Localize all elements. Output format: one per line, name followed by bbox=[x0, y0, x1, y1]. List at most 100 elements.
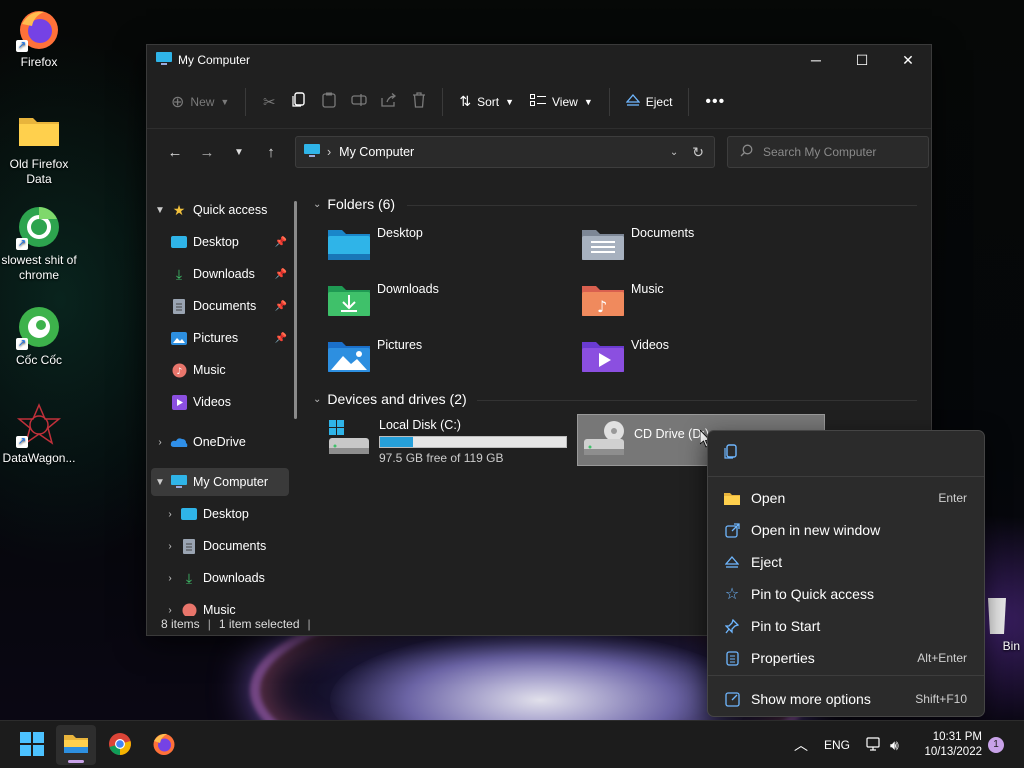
delete-button[interactable] bbox=[404, 92, 434, 111]
desktop-icon-chrome[interactable]: ↗ slowest shit of chrome bbox=[0, 204, 78, 283]
sidebar-item-documents-sub[interactable]: › Documents bbox=[161, 532, 289, 560]
language-indicator[interactable]: ENG bbox=[824, 721, 850, 768]
sidebar-item-pictures[interactable]: Pictures 📌 bbox=[169, 324, 289, 352]
sidebar-item-label: Music bbox=[193, 363, 226, 377]
firefox-icon bbox=[152, 732, 176, 759]
folder-tile-documents[interactable]: Documents bbox=[581, 226, 821, 274]
sort-button[interactable]: ⇅ Sort ▼ bbox=[451, 87, 522, 116]
more-options-button[interactable]: ••• bbox=[697, 87, 733, 117]
taskbar-firefox[interactable] bbox=[144, 725, 184, 765]
desktop-icon-firefox[interactable]: ↗ Firefox bbox=[0, 6, 78, 70]
chevron-right-icon[interactable]: › bbox=[151, 437, 169, 448]
eject-button-label: Eject bbox=[645, 94, 673, 109]
maximize-button[interactable]: ☐ bbox=[839, 45, 885, 75]
address-dropdown-icon[interactable]: ⌄ bbox=[670, 147, 678, 158]
svg-text:♪: ♪ bbox=[176, 367, 182, 377]
sidebar-item-desktop-sub[interactable]: › Desktop bbox=[161, 500, 289, 528]
star-outline-icon: ☆ bbox=[724, 586, 740, 603]
folders-section-header[interactable]: ⌄ Folders (6) bbox=[313, 196, 395, 212]
pin-icon: 📌 bbox=[274, 268, 287, 280]
minimize-button[interactable]: ─ bbox=[793, 45, 839, 75]
search-box[interactable] bbox=[727, 136, 929, 168]
volume-icon: 🔊︎ bbox=[890, 736, 899, 753]
menu-item-pin-start[interactable]: Pin to Start bbox=[713, 611, 979, 641]
view-button[interactable]: View ▼ bbox=[522, 88, 601, 115]
folder-icon bbox=[723, 492, 741, 505]
refresh-icon[interactable]: ↻ bbox=[692, 144, 704, 161]
notification-badge[interactable]: 1 bbox=[988, 737, 1004, 753]
address-bar[interactable]: › My Computer ⌄ ↻ bbox=[295, 136, 715, 168]
sidebar-item-music[interactable]: ♪ Music bbox=[169, 356, 289, 384]
menu-item-pin-quick-access[interactable]: ☆ Pin to Quick access bbox=[713, 579, 979, 609]
view-icon bbox=[530, 94, 547, 109]
menu-item-open-new-window[interactable]: Open in new window bbox=[713, 515, 979, 545]
folders-heading: Folders (6) bbox=[327, 196, 396, 212]
drive-tile-local-disk-c[interactable]: Local Disk (C:) 97.5 GB free of 119 GB bbox=[323, 414, 571, 466]
share-button[interactable] bbox=[374, 93, 404, 110]
sidebar-item-documents[interactable]: Documents 📌 bbox=[169, 292, 289, 320]
status-separator: | bbox=[307, 617, 311, 631]
recent-locations-button[interactable]: ▼ bbox=[223, 147, 255, 158]
sidebar-item-label: OneDrive bbox=[193, 435, 246, 449]
folder-tile-downloads[interactable]: Downloads bbox=[327, 282, 567, 330]
menu-item-shortcut: Alt+Enter bbox=[917, 651, 967, 665]
copy-button[interactable] bbox=[284, 92, 314, 111]
clock[interactable]: 10:31 PM 10/13/2022 bbox=[918, 730, 982, 760]
taskbar-chrome[interactable] bbox=[100, 725, 140, 765]
copy-icon[interactable] bbox=[724, 444, 738, 463]
menu-item-properties[interactable]: Properties Alt+Enter bbox=[713, 643, 979, 673]
sidebar-item-desktop[interactable]: Desktop 📌 bbox=[169, 228, 289, 256]
folder-tile-videos[interactable]: Videos bbox=[581, 338, 821, 386]
folder-tile-pictures[interactable]: Pictures bbox=[327, 338, 567, 386]
folder-label: Pictures bbox=[377, 338, 423, 352]
desktop-icon-datawagon[interactable]: ↗ DataWagon... bbox=[0, 402, 78, 466]
sidebar-item-my-computer[interactable]: ▼ My Computer bbox=[151, 468, 289, 496]
new-button[interactable]: ⊕ New ▼ bbox=[163, 86, 237, 118]
menu-item-eject[interactable]: Eject bbox=[713, 547, 979, 577]
cloud-icon bbox=[169, 437, 189, 448]
windows-logo-icon bbox=[20, 731, 44, 759]
sidebar-item-quick-access[interactable]: ▼ ★ Quick access bbox=[151, 196, 289, 224]
sidebar-item-label: Documents bbox=[193, 299, 257, 313]
cut-button[interactable]: ✂ bbox=[254, 93, 284, 111]
chevron-right-icon[interactable]: › bbox=[161, 573, 179, 584]
drives-heading: Devices and drives (2) bbox=[327, 391, 467, 407]
paste-button[interactable] bbox=[314, 92, 344, 111]
drives-section-header[interactable]: ⌄ Devices and drives (2) bbox=[313, 391, 467, 407]
coc-coc-icon: ↗ bbox=[16, 304, 62, 350]
paste-icon bbox=[322, 92, 336, 111]
folder-tile-desktop[interactable]: Desktop bbox=[327, 226, 567, 274]
sidebar-item-label: Downloads bbox=[203, 571, 265, 585]
rename-button[interactable] bbox=[344, 93, 374, 110]
show-hidden-icons-button[interactable]: ︿ bbox=[794, 721, 808, 768]
back-button[interactable]: ← bbox=[159, 144, 191, 161]
chevron-down-icon[interactable]: ▼ bbox=[151, 477, 169, 488]
start-button[interactable] bbox=[12, 725, 52, 765]
eject-button[interactable]: Eject bbox=[618, 88, 681, 115]
video-icon bbox=[169, 394, 189, 410]
taskbar-file-explorer[interactable] bbox=[56, 725, 96, 765]
chevron-right-icon[interactable]: › bbox=[161, 509, 179, 520]
shortcut-arrow-icon: ↗ bbox=[16, 436, 28, 448]
forward-button[interactable]: → bbox=[191, 144, 223, 161]
up-button[interactable]: ↑ bbox=[255, 144, 287, 161]
folder-tile-music[interactable]: ♪ Music bbox=[581, 282, 821, 330]
desktop-icon-old-firefox-data[interactable]: Old Firefox Data bbox=[0, 108, 78, 187]
sidebar-item-videos[interactable]: Videos bbox=[169, 388, 289, 416]
sidebar-item-downloads[interactable]: ⤓ Downloads 📌 bbox=[169, 260, 289, 288]
breadcrumb-my-computer[interactable]: My Computer bbox=[339, 145, 414, 159]
sidebar-item-downloads-sub[interactable]: › ⤓ Downloads bbox=[161, 564, 289, 592]
firefox-icon: ↗ bbox=[16, 6, 62, 52]
menu-item-show-more-options[interactable]: Show more options Shift+F10 bbox=[713, 684, 979, 714]
sidebar-scrollbar[interactable] bbox=[294, 201, 297, 419]
close-button[interactable]: ✕ bbox=[885, 45, 931, 75]
title-bar[interactable]: My Computer ─ ☐ ✕ bbox=[147, 45, 931, 75]
search-input[interactable] bbox=[763, 145, 913, 159]
chevron-down-icon[interactable]: ▼ bbox=[151, 205, 169, 216]
copy-icon bbox=[292, 92, 306, 111]
desktop-icon-coc-coc[interactable]: ↗ Cốc Cốc bbox=[0, 304, 78, 368]
sidebar-item-onedrive[interactable]: › OneDrive bbox=[151, 428, 289, 456]
chevron-right-icon[interactable]: › bbox=[161, 541, 179, 552]
menu-item-open[interactable]: Open Enter bbox=[713, 483, 979, 513]
quick-settings-button[interactable]: 🔊︎ bbox=[866, 721, 899, 768]
